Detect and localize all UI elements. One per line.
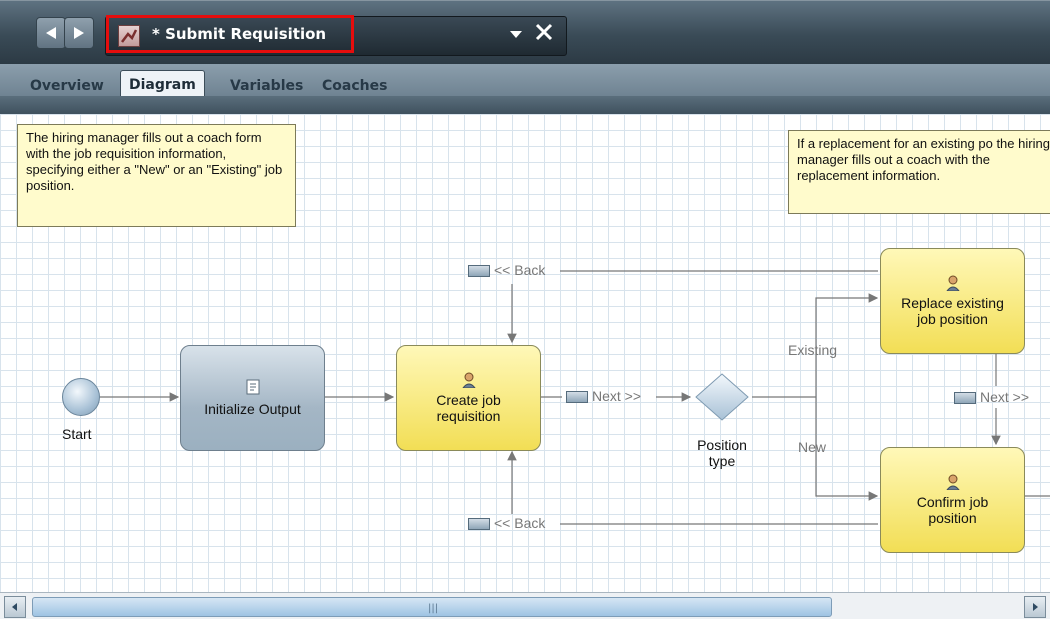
position-type-gateway[interactable]	[692, 372, 752, 422]
back-bottom-flow-text: << Back	[494, 515, 546, 531]
close-icon[interactable]	[534, 22, 554, 42]
next-right-flow-text: Next >>	[980, 389, 1030, 405]
message-icon	[566, 391, 588, 404]
horizontal-scrollbar[interactable]: |||	[0, 592, 1050, 619]
script-icon	[246, 379, 259, 395]
process-icon	[118, 25, 140, 47]
scroll-grip-icon: |||	[428, 603, 439, 614]
person-icon	[461, 372, 476, 388]
message-icon	[468, 518, 490, 531]
scroll-right-icon	[1033, 603, 1038, 611]
tab-diagram[interactable]: Diagram	[120, 70, 205, 99]
scroll-right-button[interactable]	[1024, 596, 1046, 618]
back-top-flow-label[interactable]: << Back	[468, 262, 545, 278]
replace-existing-label: Replace existing job position	[901, 295, 1004, 327]
back-arrow-icon	[46, 27, 56, 39]
message-icon	[468, 265, 490, 278]
back-top-flow-text: << Back	[494, 262, 546, 278]
start-label: Start	[62, 426, 92, 442]
message-icon	[954, 392, 976, 405]
initialize-output-label: Initialize Output	[204, 401, 301, 417]
confirm-job-position-label: Confirm job position	[916, 494, 989, 526]
next-right-flow-label[interactable]: Next >>	[954, 389, 1029, 405]
note-left[interactable]: The hiring manager fills out a coach for…	[17, 124, 296, 227]
diagram-canvas[interactable]: The hiring manager fills out a coach for…	[0, 114, 1050, 592]
note-right[interactable]: If a replacement for an existing po the …	[788, 130, 1050, 214]
scroll-thumb[interactable]: |||	[32, 597, 832, 617]
forward-button[interactable]	[64, 17, 94, 49]
replace-existing-activity[interactable]: Replace existing job position	[880, 248, 1025, 354]
initialize-output-activity[interactable]: Initialize Output	[180, 345, 325, 451]
create-job-requisition-label: Create job requisition	[436, 392, 501, 424]
editor-title: * Submit Requisition	[152, 25, 327, 43]
person-icon	[945, 275, 960, 291]
scroll-left-icon	[12, 603, 17, 611]
editor-title-bar: * Submit Requisition	[0, 0, 1050, 64]
position-type-label: Position type	[697, 437, 747, 469]
new-flow-label[interactable]: New	[798, 439, 826, 455]
confirm-job-position-activity[interactable]: Confirm job position	[880, 447, 1025, 553]
create-job-requisition-activity[interactable]: Create job requisition	[396, 345, 541, 451]
next-flow-label[interactable]: Next >>	[566, 388, 641, 404]
scroll-left-button[interactable]	[4, 596, 26, 618]
toolbar-strip	[0, 96, 1050, 114]
back-button[interactable]	[36, 17, 66, 49]
person-icon	[945, 474, 960, 490]
back-bottom-flow-label[interactable]: << Back	[468, 515, 545, 531]
dropdown-icon[interactable]	[508, 25, 524, 43]
forward-arrow-icon	[74, 27, 84, 39]
start-event[interactable]	[62, 378, 100, 416]
next-flow-text: Next >>	[592, 388, 642, 404]
existing-flow-label[interactable]: Existing	[788, 342, 837, 358]
